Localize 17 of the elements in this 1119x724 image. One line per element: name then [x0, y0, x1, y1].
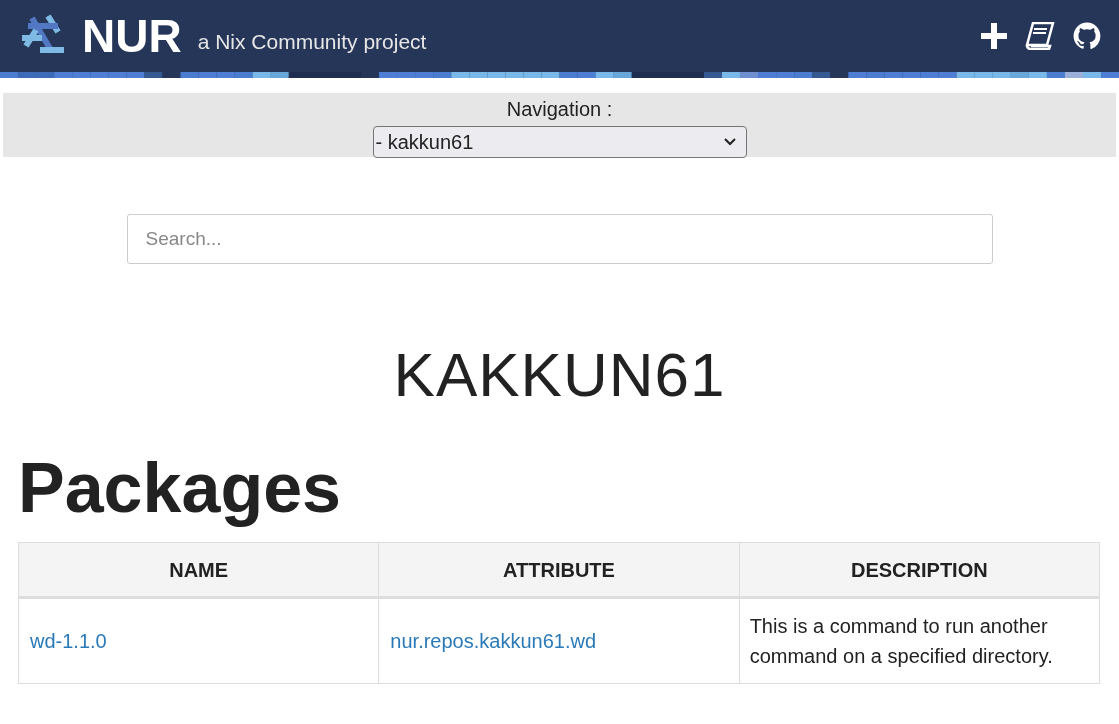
package-name-link[interactable]: wd-1.1.0: [18, 597, 379, 684]
navigation-select[interactable]: - kakkun61: [372, 126, 747, 158]
github-icon[interactable]: [1073, 22, 1101, 50]
plus-icon[interactable]: [981, 23, 1007, 49]
column-header: NAME: [18, 542, 379, 598]
description-cell: This is a command to run another command on a specified directory.: [739, 597, 1100, 684]
chevron-down-icon: [723, 138, 736, 146]
search-field[interactable]: Search...: [126, 214, 993, 264]
book-icon[interactable]: [1025, 22, 1055, 50]
column-header: DESCRIPTION: [739, 542, 1100, 598]
attribute-link[interactable]: nur.repos.kakkun61.wd: [378, 597, 740, 684]
logo-text[interactable]: NUR: [82, 13, 182, 59]
navigation-label: Navigation :: [506, 97, 613, 122]
column-header: ATTRIBUTE: [378, 542, 740, 598]
repository-title: KAKKUN61: [393, 339, 726, 411]
tagline: a Nix Community project: [197, 29, 427, 56]
section-heading: Packages: [18, 448, 343, 528]
